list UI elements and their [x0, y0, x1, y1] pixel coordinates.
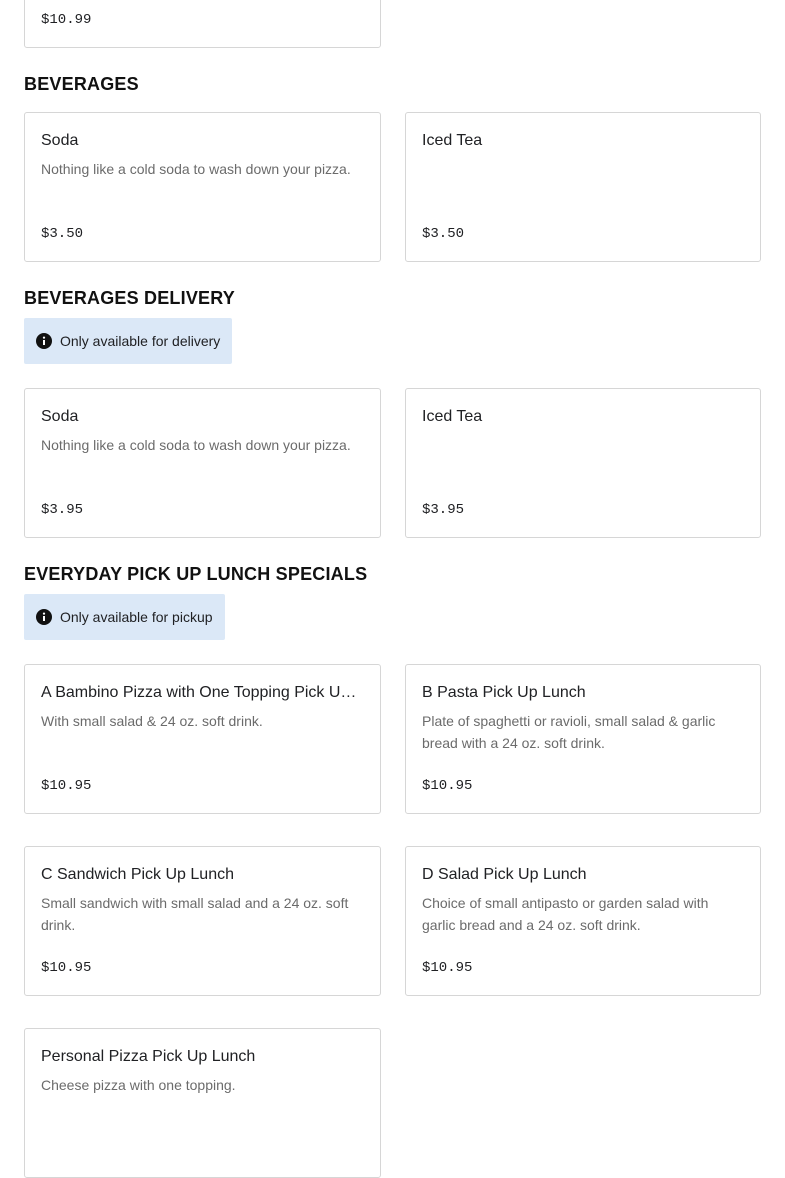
- menu-item-card[interactable]: Iced Tea $3.95: [405, 388, 761, 538]
- menu-item-name: D Salad Pick Up Lunch: [422, 866, 587, 883]
- menu-item-card[interactable]: A Bambino Pizza with One Topping Pick Up…: [24, 664, 381, 814]
- menu-item-description: With small salad & 24 oz. soft drink.: [41, 713, 263, 729]
- menu-item-description: Nothing like a cold soda to wash down yo…: [41, 161, 351, 177]
- menu-item-card[interactable]: Iced Tea $3.50: [405, 112, 761, 262]
- section-title-beverages: BEVERAGES: [24, 74, 139, 94]
- menu-item-price: $3.95: [422, 502, 465, 518]
- menu-page: $10.99 BEVERAGES Soda Nothing like a col…: [0, 0, 785, 1178]
- menu-item-price: $10.95: [422, 778, 473, 794]
- menu-item-name: Personal Pizza Pick Up Lunch: [41, 1048, 256, 1065]
- pickup-only-notice: Only available for pickup: [24, 594, 225, 640]
- menu-item-card[interactable]: $10.99: [24, 0, 381, 48]
- menu-item-price: $10.99: [41, 12, 92, 28]
- menu-item-name: A Bambino Pizza with One Topping Pick Up…: [41, 684, 364, 701]
- menu-item-price: $3.95: [41, 502, 84, 518]
- menu-item-price: $3.50: [422, 226, 465, 242]
- menu-item-card[interactable]: C Sandwich Pick Up Lunch Small sandwich …: [24, 846, 381, 996]
- info-circle-icon: [36, 609, 52, 625]
- menu-item-description: Plate of spaghetti or ravioli, small sal…: [422, 713, 716, 751]
- menu-item-description: Small sandwich with small salad and a 24…: [41, 895, 349, 933]
- notice-text: Only available for delivery: [60, 333, 221, 349]
- menu-item-name: B Pasta Pick Up Lunch: [422, 684, 586, 701]
- menu-item-name: Soda: [41, 132, 79, 149]
- info-circle-icon: [36, 333, 52, 349]
- section-title-lunch-specials: EVERYDAY PICK UP LUNCH SPECIALS: [24, 564, 368, 584]
- menu-item-card[interactable]: Soda Nothing like a cold soda to wash do…: [24, 388, 381, 538]
- menu-item-price: $10.95: [41, 778, 92, 794]
- menu-item-price: $10.95: [422, 960, 473, 976]
- notice-text: Only available for pickup: [60, 609, 213, 625]
- menu-item-description: Choice of small antipasto or garden sala…: [422, 895, 709, 933]
- menu-item-name: C Sandwich Pick Up Lunch: [41, 866, 234, 883]
- menu-item-name: Soda: [41, 408, 79, 425]
- menu-item-price: $3.50: [41, 226, 84, 242]
- menu-item-description: Nothing like a cold soda to wash down yo…: [41, 437, 351, 453]
- menu-item-card[interactable]: Personal Pizza Pick Up Lunch Cheese pizz…: [24, 1028, 381, 1178]
- menu-item-card[interactable]: B Pasta Pick Up Lunch Plate of spaghetti…: [405, 664, 761, 814]
- menu-item-name: Iced Tea: [422, 408, 483, 425]
- menu-item-price: $10.95: [41, 960, 92, 976]
- delivery-only-notice: Only available for delivery: [24, 318, 233, 364]
- menu-item-card[interactable]: D Salad Pick Up Lunch Choice of small an…: [405, 846, 761, 996]
- menu-item-name: Iced Tea: [422, 132, 483, 149]
- menu-item-description: Cheese pizza with one topping.: [41, 1077, 236, 1093]
- menu-item-card[interactable]: Soda Nothing like a cold soda to wash do…: [24, 112, 381, 262]
- section-title-beverages-delivery: BEVERAGES DELIVERY: [24, 288, 235, 308]
